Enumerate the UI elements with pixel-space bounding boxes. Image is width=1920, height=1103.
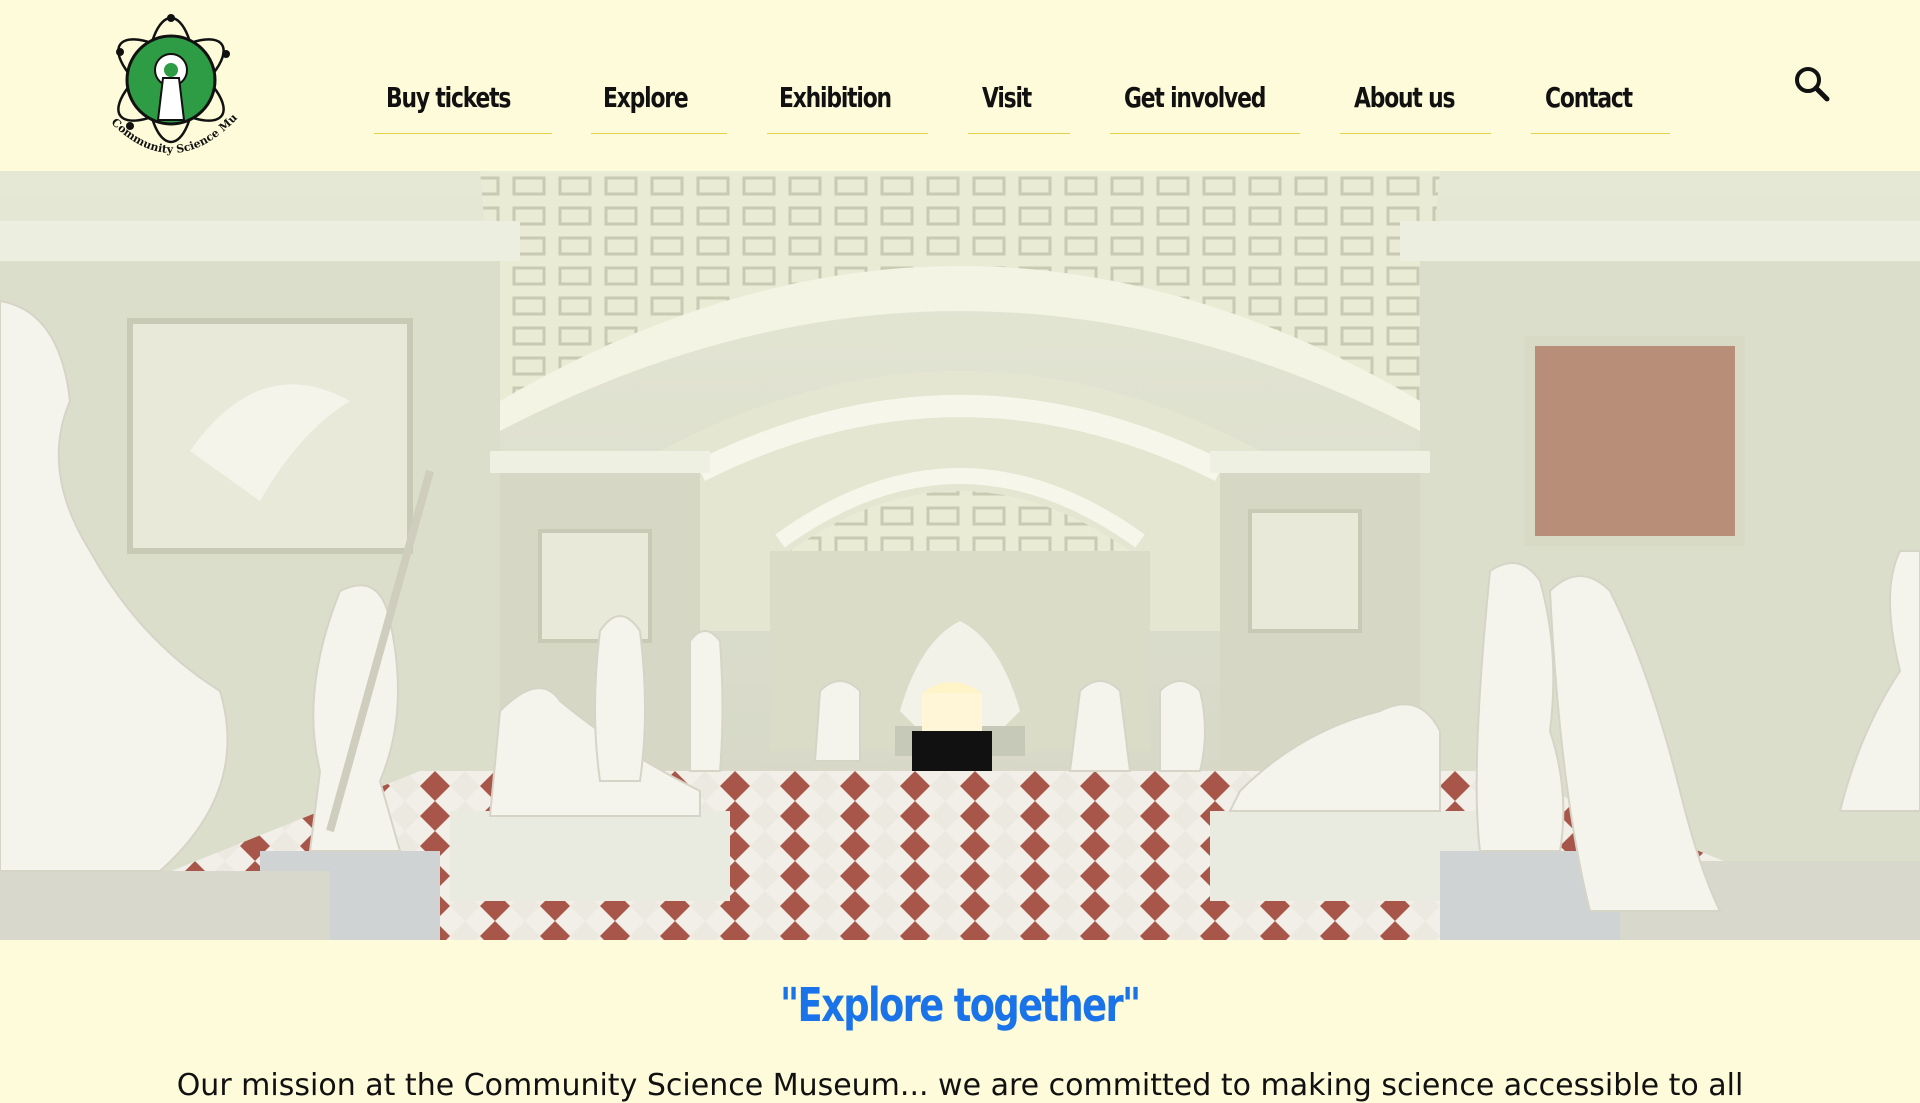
- nav-buy-tickets[interactable]: Buy tickets: [374, 62, 552, 134]
- nav-buy-tickets-label: Buy tickets: [386, 81, 511, 114]
- nav-contact-label: Contact: [1545, 81, 1633, 114]
- nav-about-us-label: About us: [1354, 81, 1455, 114]
- nav-visit-label: Visit: [982, 81, 1032, 114]
- nav-exhibition-label: Exhibition: [779, 81, 892, 114]
- intro-paragraph: Our mission at the Community Science Mus…: [176, 1068, 1744, 1103]
- tagline: "Explore together": [0, 978, 1920, 1032]
- main-nav: Buy tickets Explore Exhibition Visit Get…: [0, 0, 1920, 171]
- nav-about-us[interactable]: About us: [1340, 62, 1491, 134]
- nav-visit[interactable]: Visit: [968, 62, 1070, 134]
- nav-explore[interactable]: Explore: [591, 62, 727, 134]
- nav-get-involved-label: Get involved: [1124, 81, 1266, 114]
- nav-get-involved[interactable]: Get involved: [1110, 62, 1300, 134]
- search-button[interactable]: [1792, 64, 1832, 104]
- tagline-text: "Explore together": [780, 978, 1141, 1032]
- site-header: Community Science Museum Buy tickets Exp…: [0, 0, 1920, 171]
- nav-explore-label: Explore: [603, 81, 689, 114]
- search-icon: [1795, 67, 1830, 102]
- nav-contact[interactable]: Contact: [1531, 62, 1670, 134]
- hero-image: [0, 171, 1920, 940]
- nav-exhibition[interactable]: Exhibition: [767, 62, 928, 134]
